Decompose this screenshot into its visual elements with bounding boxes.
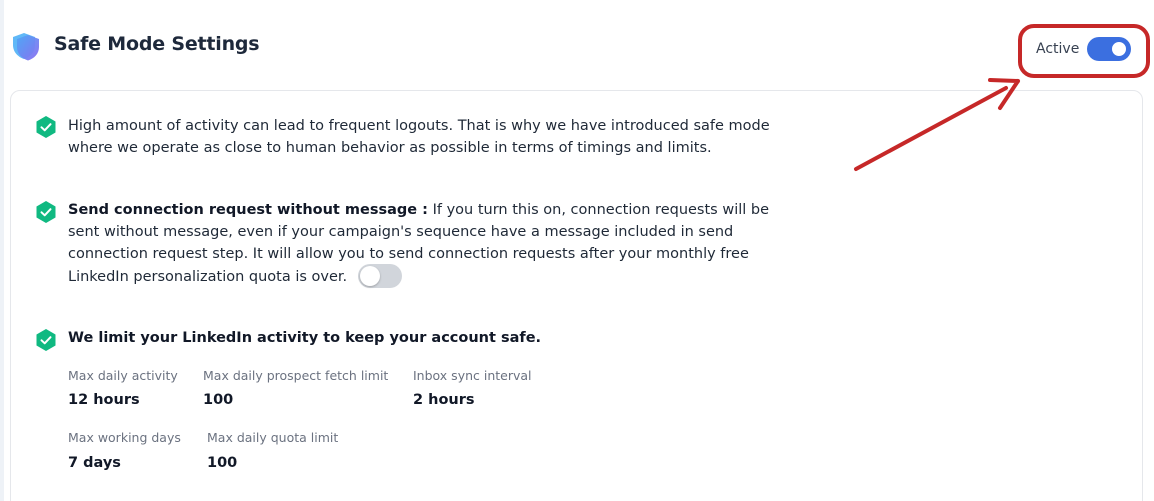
connection-request-title: Send connection request without message … xyxy=(68,202,428,218)
max-working-days-value: 7 days xyxy=(68,455,121,471)
connection-request-block: Send connection request without message … xyxy=(68,199,788,289)
max-daily-quota-limit-value: 100 xyxy=(207,455,238,471)
check-badge-icon xyxy=(36,329,56,351)
toggle-knob xyxy=(359,266,380,286)
annotation-highlight-box xyxy=(1018,24,1150,78)
max-daily-prospect-fetch-limit-label: Max daily prospect fetch limit xyxy=(203,368,389,383)
limits-title: We limit your LinkedIn activity to keep … xyxy=(68,330,542,346)
send-without-message-toggle[interactable] xyxy=(357,264,402,288)
page-title: Safe Mode Settings xyxy=(54,33,260,55)
inbox-sync-interval-value: 2 hours xyxy=(413,392,475,408)
max-working-days-label: Max working days xyxy=(68,430,181,445)
left-edge xyxy=(0,0,4,501)
max-daily-prospect-fetch-limit-value: 100 xyxy=(203,392,234,408)
inbox-sync-interval-label: Inbox sync interval xyxy=(413,368,532,383)
safe-mode-settings-page: Safe Mode Settings Active High amount of… xyxy=(0,0,1154,501)
settings-card: High amount of activity can lead to freq… xyxy=(10,90,1143,501)
max-daily-activity-value: 12 hours xyxy=(68,392,140,408)
shield-icon xyxy=(13,33,39,61)
intro-text: High amount of activity can lead to freq… xyxy=(68,118,770,156)
max-daily-activity-label: Max daily activity xyxy=(68,368,178,383)
check-badge-icon xyxy=(36,201,56,223)
check-badge-icon xyxy=(36,116,56,138)
max-daily-quota-limit-label: Max daily quota limit xyxy=(207,430,339,445)
